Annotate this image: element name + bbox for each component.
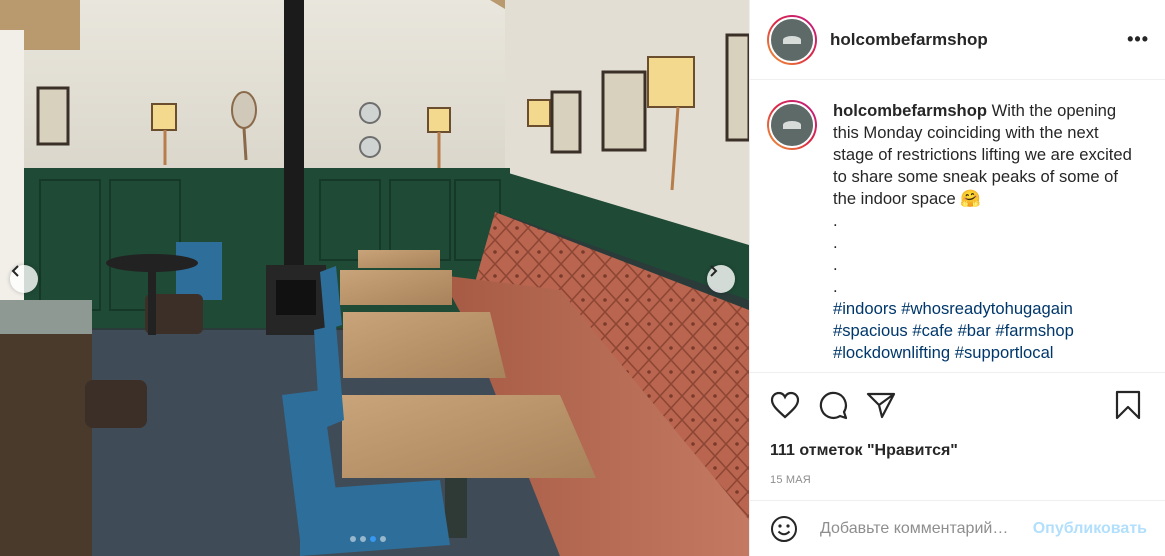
carousel-dot (370, 536, 376, 542)
comment-box: Опубликовать (750, 500, 1165, 556)
paper-plane-icon (866, 392, 896, 419)
carousel-dot (350, 536, 356, 542)
post-photo[interactable] (0, 0, 749, 556)
carousel-indicator (350, 536, 386, 542)
heart-icon (770, 391, 800, 419)
post-actions: 111 отметок "Нравится" 15 МАЯ (750, 372, 1165, 486)
post-header: holcombefarmshop ••• (750, 0, 1165, 80)
publish-button[interactable]: Опубликовать (1033, 520, 1147, 538)
hashtag-link[interactable]: #indoors (833, 299, 897, 318)
speech-bubble-icon (819, 391, 848, 420)
more-options-icon[interactable]: ••• (1127, 29, 1149, 50)
hashtag-link[interactable]: #supportlocal (955, 343, 1054, 362)
caption-dot-line: . (833, 277, 838, 296)
post-side-panel: holcombefarmshop ••• holcombefarmshop Wi… (749, 0, 1165, 556)
hashtag-link[interactable]: #bar (958, 321, 991, 340)
caption-dot-line: . (833, 255, 838, 274)
bookmark-icon (1115, 390, 1141, 420)
cafe-interior-image (0, 0, 749, 556)
caption-dot-line: . (833, 233, 838, 252)
emoji-button[interactable] (770, 514, 800, 544)
caption-text: holcombefarmshop With the opening this M… (833, 100, 1133, 370)
smiley-face-icon (771, 515, 797, 542)
caption-username[interactable]: holcombefarmshop (833, 101, 987, 120)
chevron-right-icon (710, 265, 718, 277)
caption-avatar[interactable] (767, 100, 817, 150)
caption-hashtags: #indoors #whosreadytohugagain #spacious … (833, 299, 1074, 362)
hashtag-link[interactable]: #whosreadytohugagain (901, 299, 1073, 318)
carousel-next-button[interactable] (707, 265, 735, 293)
carousel-dot (360, 536, 366, 542)
comment-input[interactable] (820, 519, 1025, 538)
like-button[interactable] (770, 389, 804, 421)
header-username[interactable]: holcombefarmshop (830, 30, 988, 50)
hashtag-link[interactable]: #farmshop (995, 321, 1073, 340)
caption-dot-line: . (833, 211, 838, 230)
caption-section: holcombefarmshop With the opening this M… (767, 100, 1149, 370)
hashtag-link[interactable]: #spacious (833, 321, 908, 340)
profile-avatar[interactable] (767, 14, 817, 65)
chevron-left-icon (11, 265, 19, 277)
post-date: 15 МАЯ (770, 474, 811, 486)
hashtag-link[interactable]: #cafe (912, 321, 953, 340)
likes-count[interactable]: 111 отметок "Нравится" (770, 442, 1149, 460)
caption-dot-lines: .... (833, 210, 1133, 298)
share-button[interactable] (866, 389, 900, 421)
carousel-prev-button[interactable] (10, 265, 38, 293)
hashtag-link[interactable]: #lockdownlifting (833, 343, 950, 362)
carousel-dot (380, 536, 386, 542)
comment-button[interactable] (818, 389, 852, 421)
save-button[interactable] (1115, 389, 1149, 421)
